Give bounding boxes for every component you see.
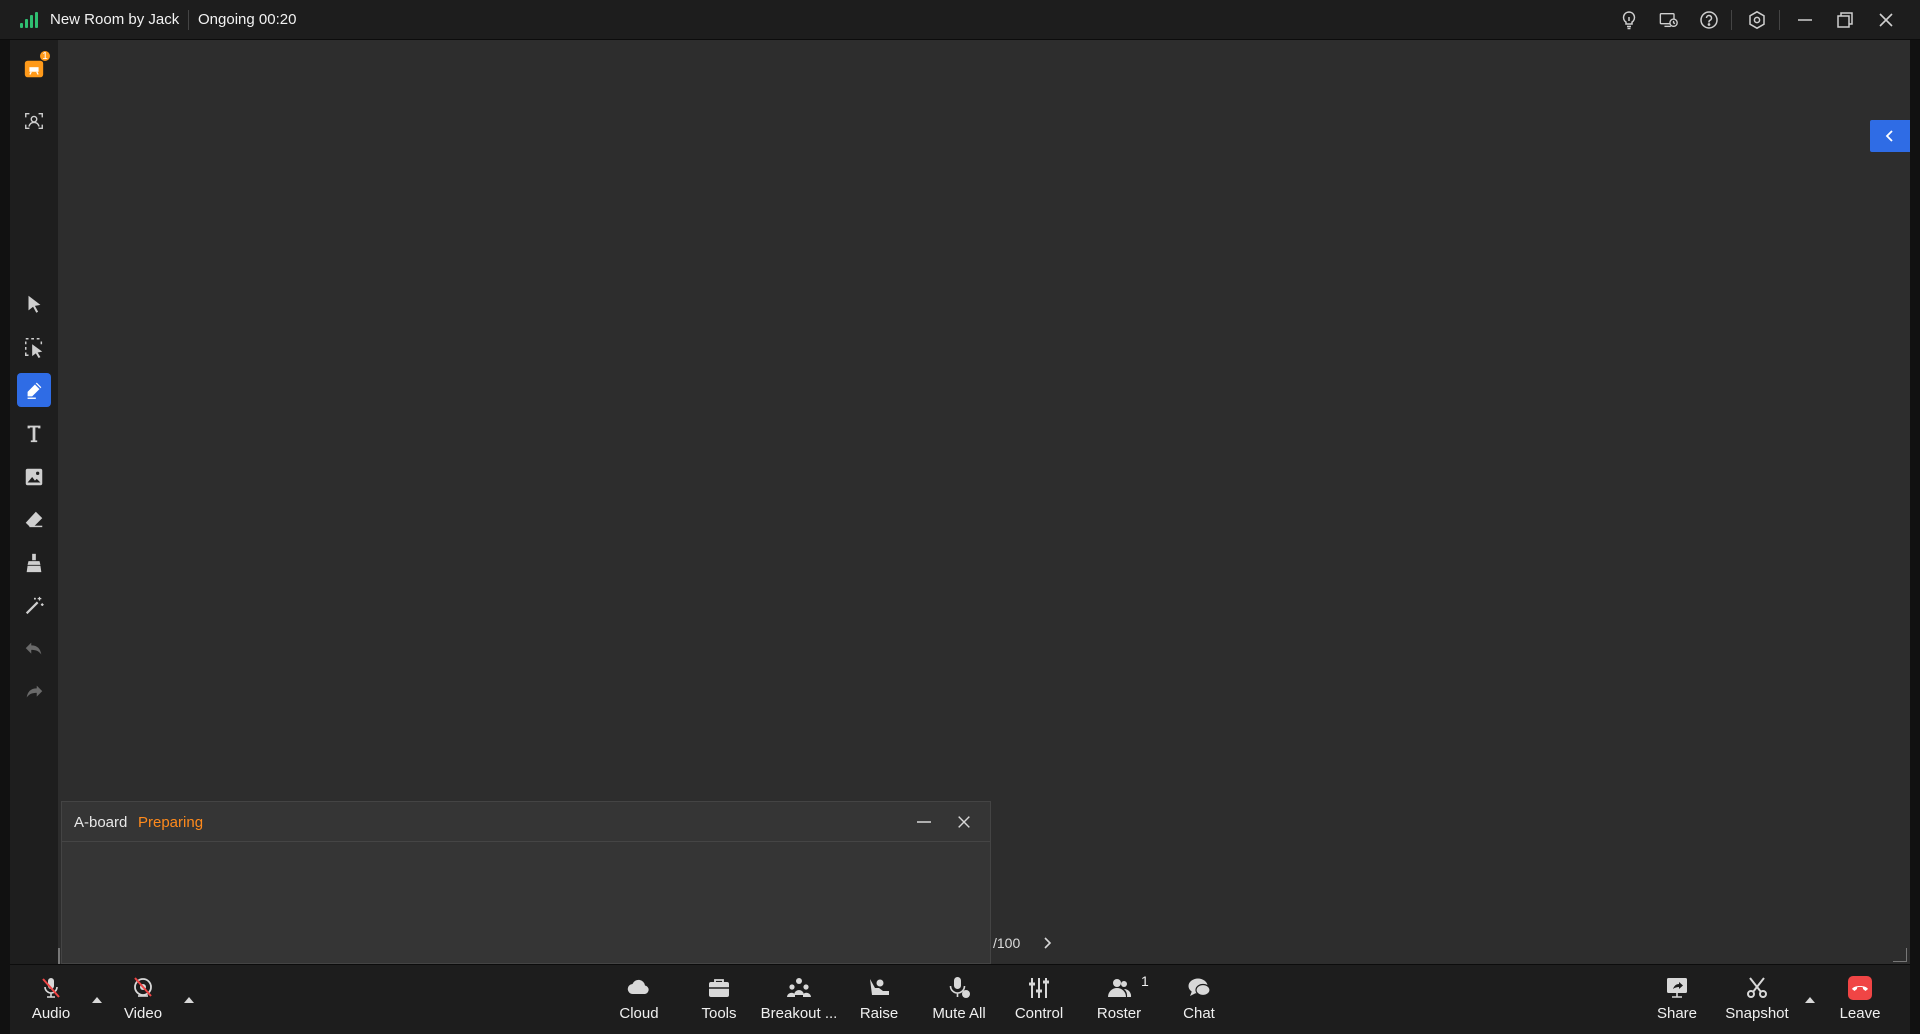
titlebar-divider: [1779, 10, 1780, 30]
camera-off-icon: [128, 973, 158, 1003]
window-frame-right: [1910, 40, 1920, 1034]
leave-button[interactable]: Leave: [1820, 971, 1900, 1029]
sliders-icon: [1024, 973, 1054, 1003]
canvas-edge-mark: [58, 948, 60, 964]
aboard-status: Preparing: [138, 814, 204, 831]
area-select-tool-icon[interactable]: [17, 330, 51, 364]
aboard-header: A-board Preparing: [62, 802, 990, 842]
chat-label: Chat: [1183, 1005, 1215, 1022]
tools-button[interactable]: Tools: [679, 971, 759, 1029]
bulb-icon[interactable]: [1617, 8, 1641, 32]
audio-options-caret-icon[interactable]: [90, 993, 104, 1007]
roster-count: 1: [1141, 973, 1149, 989]
undo-icon[interactable]: [17, 632, 51, 666]
meeting-status: Ongoing 00:20: [198, 11, 297, 28]
audio-label: Audio: [31, 1005, 71, 1022]
mute-all-label: Mute All: [932, 1005, 986, 1022]
help-icon[interactable]: [1697, 8, 1721, 32]
redo-icon[interactable]: [17, 675, 51, 709]
close-icon[interactable]: [952, 810, 976, 834]
image-tool-icon[interactable]: [17, 460, 51, 494]
share-label: Share: [1656, 1005, 1698, 1022]
chevron-left-icon: [1885, 130, 1893, 142]
minimize-icon[interactable]: [1793, 8, 1817, 32]
people-icon: [1104, 973, 1134, 1003]
bottom-toolbar: Audio Video Cloud Tools Breakout ... Rai…: [10, 964, 1910, 1034]
select-tool-icon[interactable]: [17, 287, 51, 321]
share-button[interactable]: Share: [1637, 971, 1717, 1029]
video-label: Video: [123, 1005, 163, 1022]
courseware-icon[interactable]: 1: [17, 50, 51, 86]
snapshot-button[interactable]: Snapshot: [1717, 971, 1797, 1029]
chat-button[interactable]: Chat: [1159, 971, 1239, 1029]
breakout-button[interactable]: Breakout ...: [759, 971, 839, 1029]
aboard-title: A-board: [74, 814, 128, 831]
network-signal-icon: [20, 12, 40, 28]
titlebar-divider: [1731, 10, 1732, 30]
cloud-icon: [624, 973, 654, 1003]
group-icon: [784, 973, 814, 1003]
cloud-button[interactable]: Cloud: [599, 971, 679, 1029]
raise-label: Raise: [859, 1005, 899, 1022]
control-button[interactable]: Control: [999, 971, 1079, 1029]
roster-label: Roster: [1096, 1005, 1142, 1022]
toolbox-icon: [704, 973, 734, 1003]
audio-button[interactable]: Audio: [11, 971, 91, 1029]
chevron-right-icon: [1044, 937, 1052, 949]
raise-button[interactable]: Raise: [839, 971, 919, 1029]
chat-icon: [1184, 973, 1214, 1003]
snapshot-label: Snapshot: [1725, 1005, 1789, 1022]
video-options-caret-icon[interactable]: [182, 993, 196, 1007]
title-divider: [188, 10, 189, 30]
leave-icon: [1845, 973, 1875, 1003]
breakout-label: Breakout ...: [760, 1005, 838, 1022]
restore-icon[interactable]: [1833, 8, 1857, 32]
mute-all-icon: [944, 973, 974, 1003]
courseware-badge: 1: [39, 50, 51, 62]
minimize-icon[interactable]: [912, 810, 936, 834]
clear-tool-icon[interactable]: [17, 546, 51, 580]
screen-record-icon[interactable]: [1657, 8, 1681, 32]
cloud-label: Cloud: [619, 1005, 659, 1022]
eraser-tool-icon[interactable]: [17, 503, 51, 537]
next-page-button[interactable]: [1038, 933, 1056, 953]
window-frame-left: [0, 40, 10, 1034]
expand-panel-button[interactable]: [1870, 120, 1910, 152]
scissors-icon: [1742, 973, 1772, 1003]
laser-pointer-icon[interactable]: [17, 589, 51, 623]
aboard-panel: A-board Preparing: [61, 801, 991, 964]
mute-all-button[interactable]: Mute All: [919, 971, 999, 1029]
participant-view-icon[interactable]: [17, 104, 51, 138]
page-indicator: /100: [993, 935, 1021, 951]
share-screen-icon: [1662, 973, 1692, 1003]
title-bar: New Room by Jack Ongoing 00:20: [0, 0, 1920, 40]
leave-label: Leave: [1839, 1005, 1881, 1022]
whiteboard-toolbar: 1: [10, 40, 58, 964]
resize-corner[interactable]: [1893, 948, 1907, 962]
mic-off-icon: [36, 973, 66, 1003]
room-title: New Room by Jack: [50, 11, 180, 28]
snapshot-options-caret-icon[interactable]: [1803, 993, 1817, 1007]
tools-label: Tools: [701, 1005, 737, 1022]
raise-hand-icon: [864, 973, 894, 1003]
settings-icon[interactable]: [1745, 8, 1769, 32]
close-icon[interactable]: [1874, 8, 1898, 32]
pen-tool-icon[interactable]: [17, 373, 51, 407]
control-label: Control: [1014, 1005, 1064, 1022]
text-tool-icon[interactable]: [17, 416, 51, 450]
video-button[interactable]: Video: [103, 971, 183, 1029]
